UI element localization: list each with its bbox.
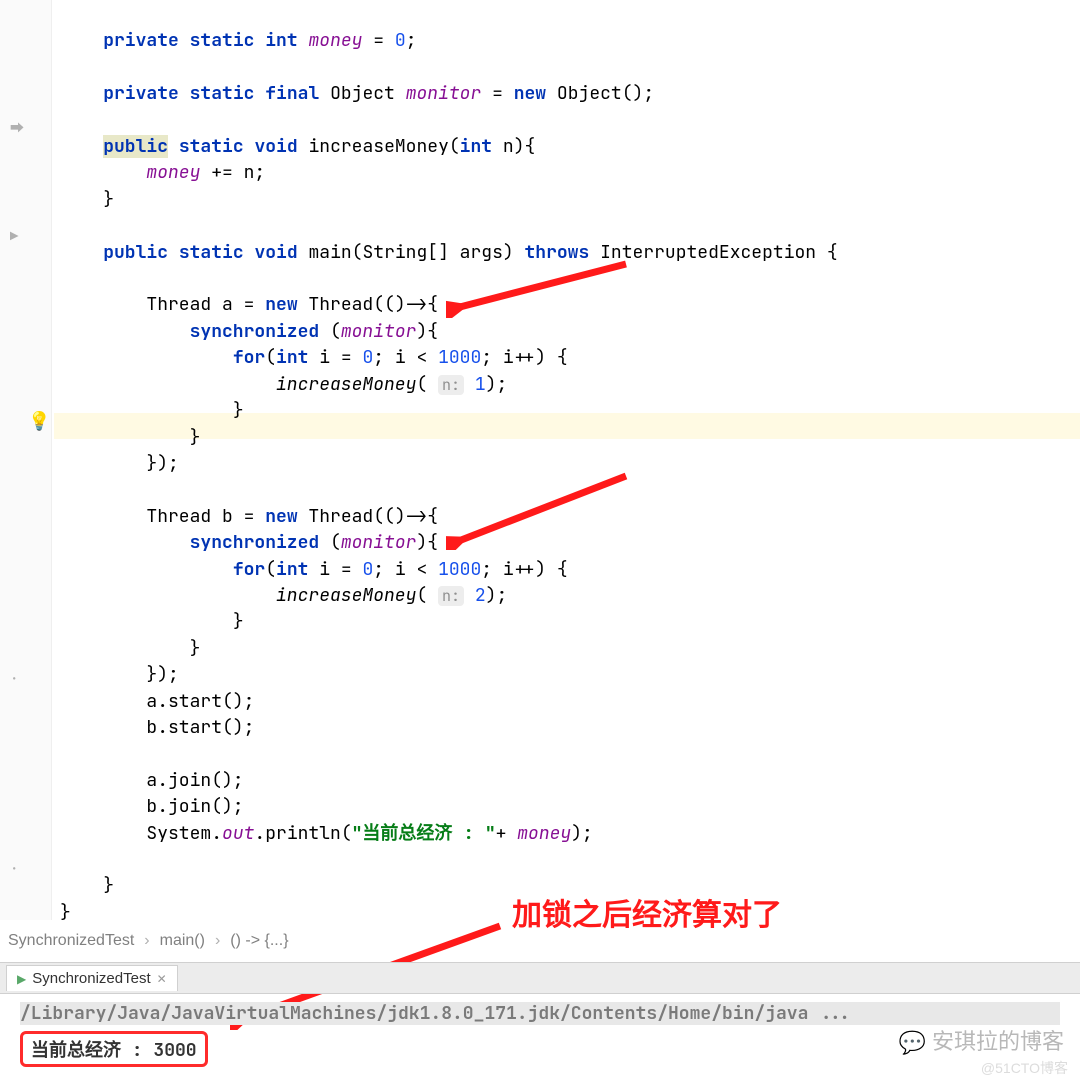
editor-gutter: ⮕ ▶ · ·: [0, 0, 52, 920]
intention-bulb-icon[interactable]: 💡: [28, 410, 50, 433]
annotation-text: 加锁之后经济算对了: [512, 890, 782, 934]
breadcrumb-method[interactable]: main(): [160, 932, 205, 950]
tool-window-tabs: ▶ SynchronizedTest ✕: [0, 962, 1080, 994]
run-tab-label: SynchronizedTest: [32, 970, 150, 987]
watermark-secondary: @51CTO博客: [981, 1058, 1068, 1078]
kw: private: [103, 29, 179, 52]
run-tab[interactable]: ▶ SynchronizedTest ✕: [6, 965, 178, 991]
console-result: 当前总经济 : 3000: [20, 1031, 208, 1067]
breadcrumb[interactable]: SynchronizedTest › main() › () -> {...}: [8, 925, 289, 957]
gutter-override-icon: ⮕: [10, 118, 24, 132]
run-icon: ▶: [17, 972, 26, 986]
chevron-right-icon: ›: [215, 932, 220, 950]
breadcrumb-lambda[interactable]: () -> {...}: [230, 932, 288, 950]
breadcrumb-class[interactable]: SynchronizedTest: [8, 932, 134, 950]
close-icon[interactable]: ✕: [157, 972, 167, 986]
gutter-marker-icon: ·: [10, 670, 24, 684]
chevron-right-icon: ›: [144, 932, 149, 950]
gutter-run-icon[interactable]: ▶: [10, 228, 24, 242]
code-editor[interactable]: private static int money = 0; private st…: [54, 2, 1080, 926]
watermark: 💬 安琪拉的博客: [898, 1024, 1064, 1056]
jdk-path: /Library/Java/JavaVirtualMachines/jdk1.8…: [20, 1002, 1060, 1025]
gutter-marker-icon: ·: [10, 860, 24, 874]
